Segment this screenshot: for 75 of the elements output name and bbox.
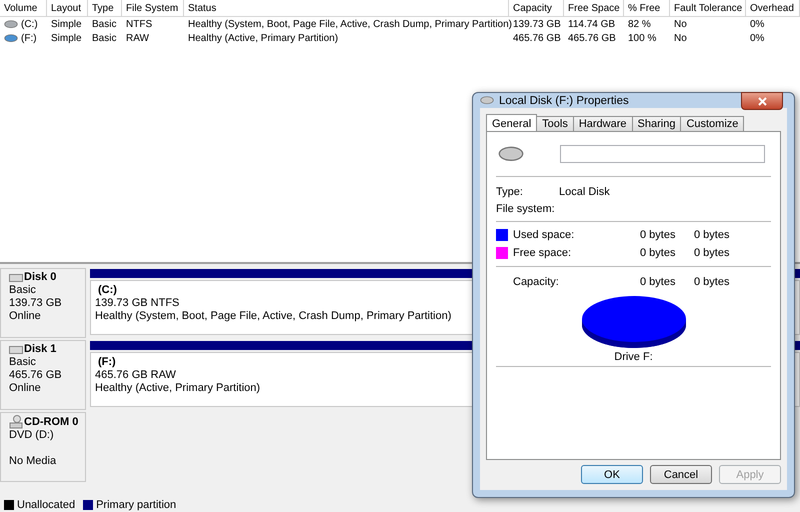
table-cell: 100 %	[628, 32, 656, 44]
column-header[interactable]: Fault Tolerance	[670, 0, 746, 17]
disk-name: Disk 0	[24, 271, 56, 284]
tab[interactable]: Customize	[680, 116, 744, 132]
partition-letter: (C:)	[97, 284, 117, 297]
space-size: 0 bytes	[694, 247, 730, 259]
table-cell: No	[674, 18, 687, 30]
table-cell: 0%	[750, 18, 764, 30]
cd-drive-icon	[9, 415, 23, 429]
table-cell: Simple	[51, 18, 82, 30]
disk-info: Basic	[9, 356, 36, 369]
table-cell: 465.76 GB	[513, 32, 561, 44]
space-label: Used space:	[513, 229, 576, 241]
disk-info: 139.73 GB	[9, 297, 62, 310]
name-field[interactable]	[560, 145, 765, 163]
tab[interactable]: Tools	[536, 116, 574, 132]
column-header[interactable]: Type	[88, 0, 122, 17]
table-cell: Healthy (Active, Primary Partition)	[188, 32, 338, 44]
column-header[interactable]: File System	[122, 0, 184, 17]
dialog-button[interactable]: Cancel	[650, 465, 712, 484]
column-header[interactable]: Volume	[0, 0, 47, 17]
space-size: 0 bytes	[694, 229, 730, 241]
tab[interactable]: Sharing	[632, 116, 682, 132]
type-label: Type:	[496, 186, 524, 198]
table-cell: 82 %	[628, 18, 651, 30]
disk-info: Basic	[9, 284, 36, 297]
disk-info: Online	[9, 310, 41, 323]
drive-label: Drive F:	[614, 351, 653, 363]
table-cell: 0%	[750, 32, 764, 44]
drive-icon	[480, 96, 494, 105]
column-header[interactable]: Free Space	[564, 0, 624, 17]
column-header[interactable]: Capacity	[509, 0, 564, 17]
partition-size: 139.73 GB NTFS	[95, 297, 180, 310]
disk-name: Disk 1	[24, 343, 56, 356]
dialog-title: Local Disk (F:) Properties	[499, 94, 629, 106]
table-cell: Simple	[51, 32, 82, 44]
legend-label: Primary partition	[96, 499, 176, 511]
table-cell: Healthy (System, Boot, Page File, Active, Crash Dump, Primary Partition)	[188, 18, 512, 30]
table-cell: Basic	[92, 18, 116, 30]
column-header[interactable]: % Free	[624, 0, 670, 17]
table-cell: No	[674, 32, 687, 44]
partition-letter: (F:)	[97, 356, 116, 369]
drive-icon	[4, 34, 18, 42]
space-label: Free space:	[513, 247, 572, 259]
table-cell: Basic	[92, 32, 116, 44]
table-cell: 139.73 GB	[513, 18, 561, 30]
drive-icon	[498, 146, 524, 162]
column-header[interactable]: Layout	[47, 0, 88, 17]
partition-status: Healthy (Active, Primary Partition)	[95, 382, 260, 395]
table-cell: 465.76 GB	[568, 32, 616, 44]
drive-icon	[4, 20, 18, 28]
tab[interactable]: General	[486, 114, 538, 132]
disk-info: No Media	[9, 455, 56, 468]
column-header[interactable]: Status	[184, 0, 509, 17]
space-bytes: 0 bytes	[640, 247, 676, 259]
tab[interactable]: Hardware	[572, 116, 633, 132]
dialog-button[interactable]: OK	[581, 465, 643, 484]
table-cell: (C:)	[21, 18, 38, 30]
close-icon	[758, 96, 766, 106]
close-button[interactable]	[741, 92, 783, 110]
table-cell: (F:)	[21, 32, 37, 44]
table-cell: RAW	[126, 32, 149, 44]
column-header[interactable]: Overhead	[746, 0, 800, 17]
table-cell: NTFS	[126, 18, 152, 30]
disk-name: CD-ROM 0	[24, 416, 78, 428]
disk-info: Online	[9, 382, 41, 395]
partition-status: Healthy (System, Boot, Page File, Active, Crash Dump, Primary Partition)	[95, 310, 452, 323]
partition-size: 465.76 GB RAW	[95, 369, 176, 382]
space-bytes: 0 bytes	[640, 229, 676, 241]
type-value: Local Disk	[559, 186, 610, 198]
legend-label: Unallocated	[17, 499, 76, 511]
disk-info: 465.76 GB	[9, 369, 62, 382]
table-cell: 114.74 GB	[568, 18, 616, 30]
disk-info: DVD (D:)	[9, 429, 54, 442]
file-system-label: File system:	[496, 202, 556, 214]
